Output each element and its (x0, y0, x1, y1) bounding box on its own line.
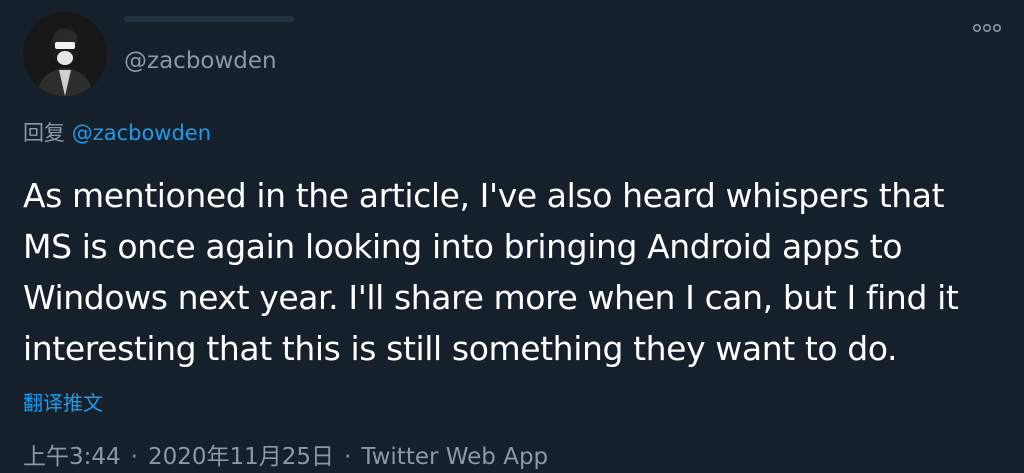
tweet-text: As mentioned in the article, I've also h… (23, 170, 1003, 374)
author-handle[interactable]: @zacbowden (124, 44, 277, 78)
translate-tweet-link[interactable]: 翻译推文 (23, 388, 103, 418)
tweet-text-line: Windows next year. I'll share more when … (23, 278, 959, 317)
reply-mention-link[interactable]: @zacbowden (72, 121, 211, 145)
tweet-source[interactable]: Twitter Web App (361, 444, 548, 470)
more-options-icon[interactable] (972, 18, 1002, 38)
tweet-text-line: As mentioned in the article, I've also h… (23, 176, 945, 215)
tweet-text-line: interesting that this is still something… (23, 329, 898, 368)
tweet-card: @zacbowden 回复 @zacbowden As mentioned in… (0, 0, 1024, 473)
person-avatar-icon (23, 12, 107, 96)
meta-separator: · (344, 444, 352, 470)
reply-prefix: 回复 (23, 121, 65, 145)
tweet-date[interactable]: 2020年11月25日 (148, 444, 334, 470)
display-name-redacted (124, 16, 294, 22)
tweet-metadata: 上午3:44 · 2020年11月25日 · Twitter Web App (23, 440, 548, 473)
meta-separator: · (130, 444, 138, 470)
avatar[interactable] (23, 12, 107, 96)
tweet-text-line: MS is once again looking into bringing A… (23, 227, 903, 266)
reply-context: 回复 @zacbowden (23, 117, 211, 149)
tweet-time[interactable]: 上午3:44 (23, 444, 121, 470)
